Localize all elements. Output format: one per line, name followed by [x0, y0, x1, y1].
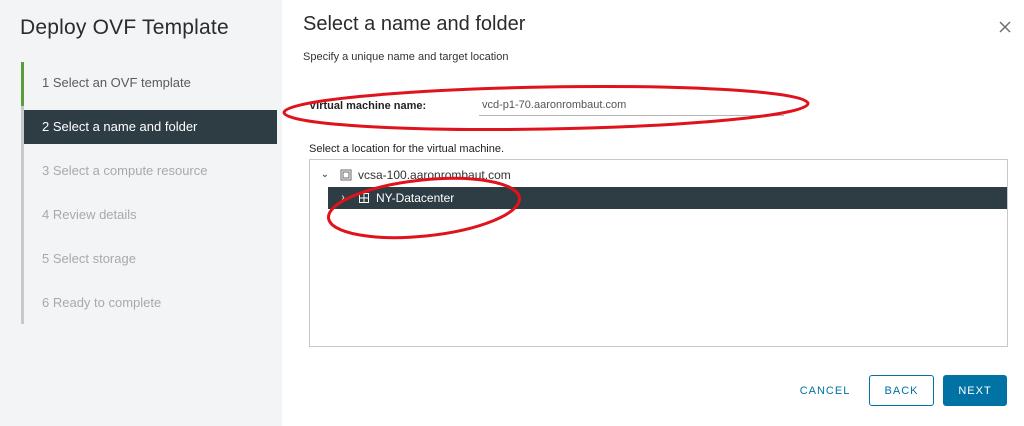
tree-node-label: vcsa-100.aaronrombaut.com — [358, 168, 511, 182]
wizard-step-2[interactable]: 2 Select a name and folder — [24, 110, 277, 144]
wizard-step-4: 4 Review details — [42, 207, 137, 222]
page-subtitle: Specify a unique name and target locatio… — [303, 51, 509, 63]
cancel-button[interactable]: CANCEL — [790, 375, 860, 406]
wizard-step-5: 5 Select storage — [42, 251, 136, 266]
back-button[interactable]: BACK — [869, 375, 934, 406]
chevron-down-icon[interactable]: ⌄ — [318, 164, 332, 186]
vcenter-icon — [340, 169, 352, 181]
wizard-sidebar: Deploy OVF Template 1 Select an OVF temp… — [0, 0, 282, 426]
vm-name-label: Virtual machine name: — [309, 100, 427, 112]
tree-node-label: NY-Datacenter — [376, 191, 455, 205]
page-title: Select a name and folder — [303, 13, 526, 35]
wizard-step-3: 3 Select a compute resource — [42, 163, 208, 178]
wizard-title: Deploy OVF Template — [20, 16, 229, 39]
chevron-right-icon[interactable]: › — [336, 187, 350, 209]
location-tree[interactable]: ⌄ vcsa-100.aaronrombaut.com › NY-Datacen… — [309, 159, 1008, 347]
tree-node-datacenter[interactable]: › NY-Datacenter — [328, 187, 1007, 209]
close-icon[interactable] — [996, 18, 1014, 36]
datacenter-icon — [359, 193, 369, 203]
vm-name-input[interactable] — [479, 94, 784, 116]
tree-node-vcenter[interactable]: ⌄ vcsa-100.aaronrombaut.com — [310, 164, 1007, 186]
wizard-step-1[interactable]: 1 Select an OVF template — [24, 66, 277, 100]
next-button[interactable]: NEXT — [943, 375, 1007, 406]
location-label: Select a location for the virtual machin… — [309, 143, 505, 155]
wizard-step-6: 6 Ready to complete — [42, 295, 162, 310]
step-progress-rail — [21, 62, 24, 324]
